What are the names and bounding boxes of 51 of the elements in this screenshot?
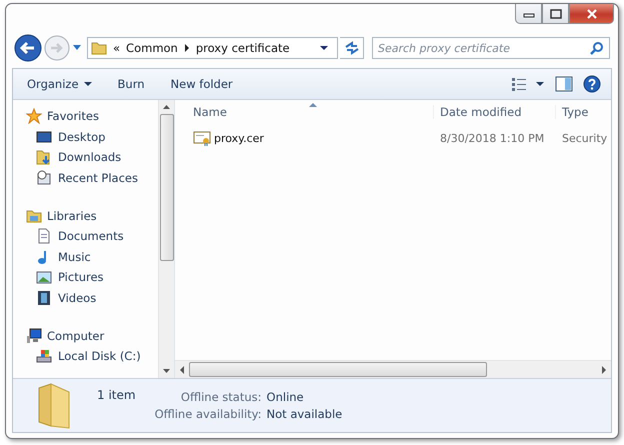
- dropdown-icon[interactable]: [319, 45, 329, 51]
- breadcrumb[interactable]: «: [113, 41, 120, 55]
- nav-item[interactable]: Favorites: [13, 106, 158, 127]
- back-button[interactable]: [14, 34, 42, 62]
- nav-item[interactable]: Local Disk (C:): [13, 346, 158, 367]
- folder-icon: [91, 40, 107, 56]
- address-bar[interactable]: « Common proxy certificate: [87, 37, 338, 59]
- nav-item[interactable]: Computer: [13, 325, 158, 346]
- preview-pane-icon[interactable]: [555, 76, 573, 92]
- detail-label: Offline availability:: [154, 407, 262, 421]
- file-name[interactable]: proxy.cer: [175, 130, 433, 146]
- column-header[interactable]: Date modified: [433, 105, 555, 119]
- view-options-icon[interactable]: [511, 76, 545, 92]
- nav-item[interactable]: Desktop: [13, 126, 158, 148]
- certificate-icon: [193, 130, 211, 146]
- toolbar-button[interactable]: New folder: [162, 74, 241, 94]
- search-field[interactable]: Search proxy certificate: [372, 37, 610, 59]
- nav-item[interactable]: Downloads: [13, 147, 158, 168]
- nav-item[interactable]: Recent Places: [13, 168, 158, 188]
- sort-arrow-icon: [309, 102, 317, 107]
- detail-value: Not available: [266, 407, 342, 421]
- caret-icon: [84, 82, 92, 86]
- maximize-icon: [548, 8, 562, 20]
- nav-item[interactable]: Videos: [13, 288, 158, 308]
- refresh-icon: [344, 41, 360, 55]
- breadcrumb[interactable]: Common: [126, 41, 178, 55]
- date-cell-text: 8/30/2018 1:10 PM: [439, 132, 546, 144]
- nav-item[interactable]: Libraries: [13, 205, 158, 226]
- type-cell-text: Security: [561, 132, 608, 144]
- breadcrumb[interactable]: proxy certificate: [196, 41, 290, 55]
- search-icon[interactable]: [590, 41, 604, 55]
- detail-label: Offline status:: [180, 390, 262, 404]
- close-button[interactable]: [569, 4, 614, 24]
- minimize-button[interactable]: [515, 4, 542, 24]
- nav-item[interactable]: Music: [13, 246, 158, 268]
- breadcrumb-arrow-icon: [184, 44, 190, 52]
- recent-pages-icon[interactable]: [72, 44, 82, 52]
- toolbar-button[interactable]: Burn: [110, 74, 153, 94]
- item-count: 1 item: [97, 388, 136, 402]
- refresh-button[interactable]: [340, 37, 364, 59]
- column-header[interactable]: Name: [175, 105, 433, 119]
- detail-value: Online: [266, 390, 305, 404]
- horizontal-scrollbar[interactable]: [175, 360, 611, 378]
- toolbar-button[interactable]: Organize: [19, 74, 100, 94]
- nav-item[interactable]: Documents: [13, 226, 158, 247]
- column-header[interactable]: Type: [555, 105, 611, 119]
- nav-item[interactable]: Pictures: [13, 267, 158, 288]
- maximize-button[interactable]: [542, 4, 569, 24]
- close-icon: [584, 8, 598, 20]
- vertical-scrollbar[interactable]: [158, 100, 174, 378]
- help-icon[interactable]: [583, 75, 601, 93]
